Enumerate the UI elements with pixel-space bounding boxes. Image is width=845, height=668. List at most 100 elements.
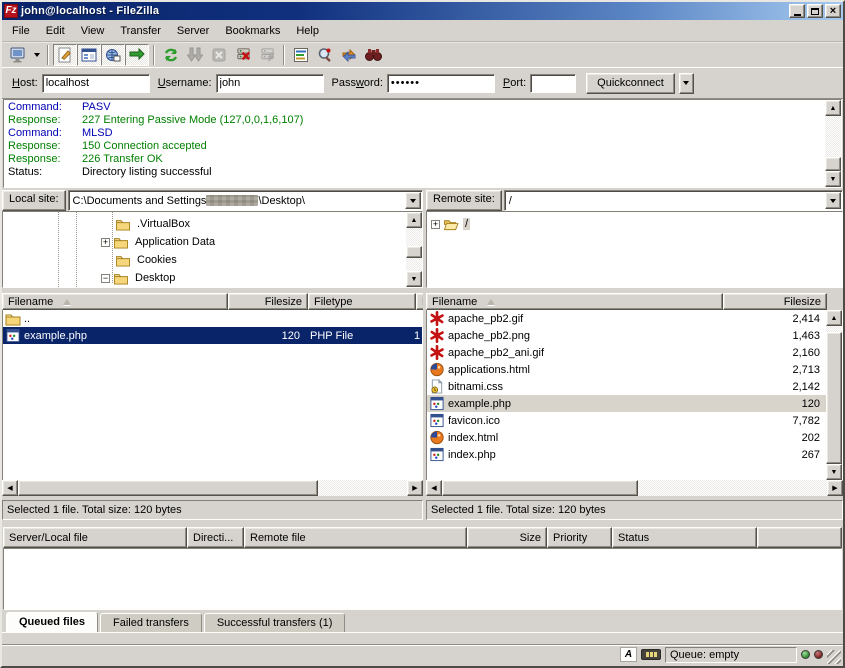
- folder-icon: [5, 311, 21, 326]
- collapse-minus-icon[interactable]: −: [101, 274, 110, 283]
- directory-listing-filters-button[interactable]: [289, 44, 313, 66]
- file-row-selected[interactable]: example.php120: [427, 395, 826, 412]
- menu-help[interactable]: Help: [288, 22, 327, 40]
- cancel-operation-button[interactable]: [207, 44, 231, 66]
- scroll-up-icon[interactable]: ▲: [825, 100, 841, 116]
- tab-successful-transfers[interactable]: Successful transfers (1): [204, 613, 346, 632]
- column-filetype[interactable]: Filetype: [308, 293, 416, 310]
- local-site-combobox[interactable]: C:\Documents and Settings\Desktop\: [68, 190, 423, 211]
- local-tree-scrollbar[interactable]: ▲ ▼: [406, 212, 422, 287]
- scroll-right-icon[interactable]: ▶: [827, 480, 843, 496]
- remote-status: Selected 1 file. Total size: 120 bytes: [426, 500, 843, 520]
- toggle-message-log-button[interactable]: [53, 44, 77, 66]
- tree-item-root[interactable]: + /: [427, 215, 842, 233]
- host-input[interactable]: [42, 74, 150, 93]
- directory-comparison-button[interactable]: [313, 44, 337, 66]
- quickconnect-dropdown-button[interactable]: [679, 73, 694, 94]
- file-row-example-php[interactable]: example.php 120 PHP File 1: [3, 327, 422, 344]
- refresh-button[interactable]: [159, 44, 183, 66]
- file-row[interactable]: apache_pb2.gif2,414: [427, 310, 826, 327]
- scrollbar-thumb[interactable]: [442, 480, 638, 496]
- scroll-down-icon[interactable]: ▼: [826, 464, 842, 480]
- expand-plus-icon[interactable]: +: [431, 220, 440, 229]
- tree-item-cookies[interactable]: Cookies: [3, 251, 406, 269]
- message-log-icon: [57, 47, 73, 63]
- scrollbar-thumb[interactable]: [18, 480, 318, 496]
- username-input[interactable]: [216, 74, 324, 93]
- port-input[interactable]: [530, 74, 576, 93]
- scrollbar-thumb[interactable]: [825, 157, 841, 171]
- local-tree: .VirtualBox + Application Data Cookies: [2, 211, 423, 288]
- log-scrollbar[interactable]: ▲ ▼: [825, 100, 841, 187]
- column-server-local-file[interactable]: Server/Local file: [3, 527, 187, 548]
- file-row-parent-dir[interactable]: ..: [3, 310, 422, 327]
- menu-transfer[interactable]: Transfer: [112, 22, 169, 40]
- menu-server[interactable]: Server: [169, 22, 217, 40]
- resize-grip[interactable]: [827, 650, 841, 664]
- column-last-modified[interactable]: L: [416, 293, 423, 310]
- toggle-remote-tree-button[interactable]: [101, 44, 125, 66]
- remote-hscrollbar[interactable]: ◀ ▶: [426, 480, 843, 496]
- synchronized-browsing-button[interactable]: [337, 44, 361, 66]
- scroll-up-icon[interactable]: ▲: [826, 310, 842, 326]
- site-manager-button[interactable]: [6, 44, 30, 66]
- file-row[interactable]: index.html202: [427, 429, 826, 446]
- log-line: Response:227 Entering Passive Mode (127,…: [8, 114, 821, 127]
- transfer-queue-icon: [129, 47, 145, 63]
- close-button[interactable]: ×: [825, 4, 841, 18]
- remote-list-scrollbar[interactable]: ▲ ▼: [826, 310, 842, 480]
- sort-ascending-icon: [487, 299, 495, 305]
- password-input[interactable]: [387, 74, 495, 93]
- title-bar: Fz john@localhost - FileZilla ×: [2, 2, 843, 20]
- column-filename[interactable]: Filename: [426, 293, 723, 310]
- column-priority[interactable]: Priority: [547, 527, 612, 548]
- file-row[interactable]: apache_pb2_ani.gif2,160: [427, 344, 826, 361]
- column-filesize[interactable]: Filesize: [228, 293, 308, 310]
- menu-bookmarks[interactable]: Bookmarks: [217, 22, 288, 40]
- column-filesize[interactable]: Filesize: [723, 293, 827, 310]
- scroll-down-icon[interactable]: ▼: [406, 271, 422, 287]
- scrollbar-thumb[interactable]: [826, 332, 842, 464]
- remote-site-dropdown-button[interactable]: [825, 192, 841, 209]
- file-row[interactable]: apache_pb2.png1,463: [427, 327, 826, 344]
- tree-item-desktop[interactable]: − Desktop: [3, 269, 406, 287]
- tree-item-application-data[interactable]: + Application Data: [3, 233, 406, 251]
- find-files-button[interactable]: [361, 44, 385, 66]
- reconnect-button[interactable]: [255, 44, 279, 66]
- tab-queued-files[interactable]: Queued files: [6, 612, 98, 632]
- menu-edit[interactable]: Edit: [38, 22, 73, 40]
- status-bar: A Queue: empty: [2, 644, 843, 664]
- minimize-button[interactable]: [789, 4, 805, 18]
- file-row[interactable]: index.php267: [427, 446, 826, 463]
- local-hscrollbar[interactable]: ◀ ▶: [2, 480, 423, 496]
- column-remote-file[interactable]: Remote file: [244, 527, 467, 548]
- scroll-down-icon[interactable]: ▼: [825, 171, 841, 187]
- column-status[interactable]: Status: [612, 527, 757, 548]
- local-site-dropdown-button[interactable]: [405, 192, 421, 209]
- toggle-local-tree-button[interactable]: [77, 44, 101, 66]
- menu-file[interactable]: File: [4, 22, 38, 40]
- tab-failed-transfers[interactable]: Failed transfers: [100, 613, 202, 632]
- file-row[interactable]: bitnami.css2,142: [427, 378, 826, 395]
- file-row[interactable]: applications.html2,713: [427, 361, 826, 378]
- toggle-transfer-queue-button[interactable]: [125, 44, 149, 66]
- disconnect-button[interactable]: [231, 44, 255, 66]
- scroll-left-icon[interactable]: ◀: [426, 480, 442, 496]
- column-direction[interactable]: Directi...: [187, 527, 244, 548]
- remote-site-combobox[interactable]: /: [504, 190, 843, 211]
- process-queue-button[interactable]: [183, 44, 207, 66]
- scroll-up-icon[interactable]: ▲: [406, 212, 422, 228]
- menu-view[interactable]: View: [73, 22, 113, 40]
- column-filename[interactable]: Filename: [2, 293, 228, 310]
- scrollbar-thumb[interactable]: [406, 246, 422, 258]
- tree-item-virtualbox[interactable]: .VirtualBox: [3, 215, 406, 233]
- scroll-right-icon[interactable]: ▶: [407, 480, 423, 496]
- expand-plus-icon[interactable]: +: [101, 238, 110, 247]
- maximize-button[interactable]: [807, 4, 823, 18]
- site-manager-dropdown-button[interactable]: [30, 44, 43, 66]
- file-row[interactable]: favicon.ico7,782: [427, 412, 826, 429]
- cancel-icon: [211, 47, 227, 63]
- quickconnect-button[interactable]: Quickconnect: [586, 73, 675, 94]
- scroll-left-icon[interactable]: ◀: [2, 480, 18, 496]
- column-size[interactable]: Size: [467, 527, 547, 548]
